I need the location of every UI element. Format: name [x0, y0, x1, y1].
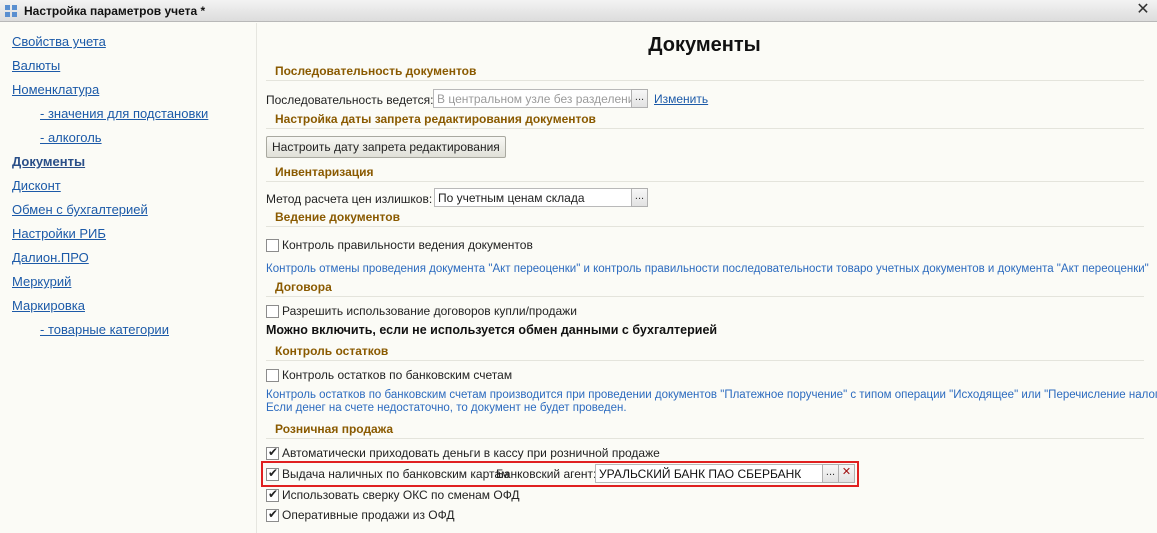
section-sequence: Последовательность документов: [266, 64, 1144, 81]
surplus-method-select-button[interactable]: ...: [631, 188, 648, 207]
nav-item-marking[interactable]: Маркировка: [12, 298, 85, 313]
nav-item-dalion-pro[interactable]: Далион.ПРО: [12, 250, 89, 265]
section-contracts: Договора: [266, 280, 1144, 297]
surplus-method-field[interactable]: По учетным ценам склада: [434, 188, 632, 207]
nav-item-documents[interactable]: Документы: [12, 154, 85, 169]
section-header: Розничная продажа: [275, 422, 394, 436]
auto-cash-checkbox[interactable]: Автоматически приходовать деньги в кассу…: [266, 445, 660, 460]
balance-note-line1: Контроль остатков по банковским счетам п…: [266, 389, 1157, 401]
window-titlebar: Настройка параметров учета * ✕: [0, 0, 1157, 22]
cash-out-checkbox[interactable]: Выдача наличных по банковским картам: [266, 466, 510, 481]
checkbox-box[interactable]: [266, 466, 279, 481]
close-icon[interactable]: ✕: [1135, 2, 1151, 18]
section-header: Инвентаризация: [275, 165, 374, 179]
section-inventory: Инвентаризация: [266, 165, 1144, 182]
sequence-label: Последовательность ведется:: [266, 93, 434, 107]
nav-item-alcohol[interactable]: - алкоголь: [40, 130, 102, 145]
checkbox-label: Разрешить использование договоров купли/…: [282, 304, 577, 318]
bank-agent-field[interactable]: УРАЛЬСКИЙ БАНК ПАО СБЕРБАНК: [595, 464, 823, 483]
checkbox-box[interactable]: [266, 304, 279, 318]
checkbox-label: Контроль правильности ведения документов: [282, 238, 533, 252]
doc-keeping-checkbox[interactable]: Контроль правильности ведения документов: [266, 238, 533, 252]
nav-item-discount[interactable]: Дисконт: [12, 178, 61, 193]
section-header: Последовательность документов: [275, 64, 477, 78]
bank-agent-label: Банковский агент:: [496, 467, 597, 481]
checkbox-box[interactable]: [266, 368, 279, 382]
section-header: Договора: [275, 280, 332, 294]
sequence-field[interactable]: В центральном узле без разделения по: [433, 89, 632, 108]
section-header: Ведение документов: [275, 210, 400, 224]
nav-item-rib-settings[interactable]: Настройки РИБ: [12, 226, 106, 241]
nav-item-nomenclature[interactable]: Номенклатура: [12, 82, 99, 97]
checkbox-box[interactable]: [266, 507, 279, 522]
balance-note-line2: Если денег на счете недостаточно, то док…: [266, 402, 627, 414]
checkbox-label: Оперативные продажи из ОФД: [282, 508, 455, 522]
checkbox-label: Автоматически приходовать деньги в кассу…: [282, 446, 660, 460]
nav-item-currencies[interactable]: Валюты: [12, 58, 60, 73]
section-balance: Контроль остатков: [266, 344, 1144, 361]
surplus-method-label: Метод расчета цен излишков:: [266, 192, 433, 206]
checkbox-label: Использовать сверку ОКС по сменам ОФД: [282, 488, 520, 502]
app-grid-icon: [5, 5, 17, 17]
set-lock-date-button[interactable]: Настроить дату запрета редактирования: [266, 136, 506, 158]
oks-checkbox[interactable]: Использовать сверку ОКС по сменам ОФД: [266, 487, 520, 502]
window-title: Настройка параметров учета *: [24, 4, 206, 18]
nav-item-product-categories[interactable]: - товарные категории: [40, 322, 169, 337]
section-doc-keeping: Ведение документов: [266, 210, 1144, 227]
bank-agent-select-button[interactable]: ...: [822, 464, 839, 483]
nav-item-accounting-exchange[interactable]: Обмен с бухгалтерией: [12, 202, 148, 217]
change-link[interactable]: Изменить: [654, 92, 708, 106]
checkbox-box[interactable]: [266, 487, 279, 502]
section-lock-date: Настройка даты запрета редактирования до…: [266, 112, 1144, 129]
checkbox-box[interactable]: [266, 445, 279, 460]
section-retail: Розничная продажа: [266, 422, 1144, 439]
nav-item-accounting-props[interactable]: Свойства учета: [12, 34, 106, 49]
doc-keeping-note: Контроль отмены проведения документа "Ак…: [266, 263, 1149, 275]
balance-checkbox[interactable]: Контроль остатков по банковским счетам: [266, 368, 512, 382]
ofd-checkbox[interactable]: Оперативные продажи из ОФД: [266, 507, 455, 522]
contracts-checkbox[interactable]: Разрешить использование договоров купли/…: [266, 304, 577, 318]
left-nav: Свойства учета Валюты Номенклатура - зна…: [0, 23, 257, 533]
sequence-select-button[interactable]: ...: [631, 89, 648, 108]
section-header: Контроль остатков: [275, 344, 389, 358]
clear-icon[interactable]: ✕: [838, 464, 855, 483]
checkbox-label: Контроль остатков по банковским счетам: [282, 368, 513, 382]
page-title: Документы: [648, 34, 761, 56]
main-panel: Документы Последовательность документов …: [258, 23, 1157, 533]
nav-item-substitution-values[interactable]: - значения для подстановки: [40, 106, 208, 121]
checkbox-box[interactable]: [266, 238, 279, 252]
section-header: Настройка даты запрета редактирования до…: [275, 112, 596, 126]
nav-item-mercury[interactable]: Меркурий: [12, 274, 71, 289]
contracts-note: Можно включить, если не используется обм…: [266, 323, 718, 337]
checkbox-label: Выдача наличных по банковским картам: [282, 467, 510, 481]
